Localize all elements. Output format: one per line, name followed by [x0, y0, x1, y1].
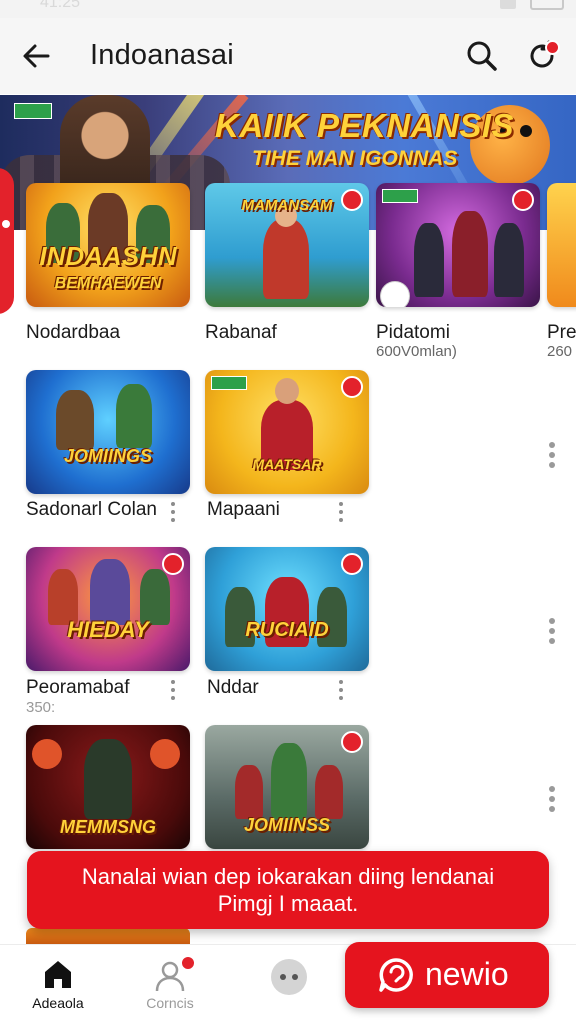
card-badge-icon — [341, 376, 363, 398]
status-bar: 41:25 — [0, 0, 576, 18]
status-time: 41:25 — [40, 0, 81, 11]
card-art-title: JOMIINSS — [243, 815, 331, 835]
game-card[interactable]: MEMMSNG — [26, 725, 190, 849]
card-art-title: RUCIAID — [245, 619, 329, 641]
banner-subheadline: TIHE MAN IGONNAS — [252, 147, 458, 170]
notification-dot — [545, 40, 560, 55]
card-art-figure — [494, 223, 524, 297]
search-button[interactable] — [462, 36, 502, 76]
card-art-subtitle: BEMHAEWEN — [54, 275, 162, 292]
game-card[interactable] — [376, 183, 540, 307]
toast-line-1: Nanalai wian dep iokarakan diing lendana… — [81, 864, 495, 889]
card-art-moon — [150, 739, 180, 769]
card-art-figure — [235, 765, 263, 819]
game-card[interactable]: RUCIAID — [205, 547, 369, 671]
toast-message[interactable]: Nanalai wian dep iokarakan diing lendana… — [27, 851, 549, 929]
card-title[interactable]: Mapaani — [207, 499, 280, 521]
card-art-figure — [414, 223, 444, 297]
card-art-figure — [84, 739, 132, 819]
card-art-figure — [275, 378, 299, 404]
row-more-menu[interactable] — [548, 618, 556, 644]
game-card-peek — [26, 928, 190, 944]
more-dot — [280, 974, 286, 980]
new-chat-label: newio — [425, 956, 509, 992]
card-art-figure — [263, 219, 309, 299]
card-art-title: MAMANSAM — [241, 197, 333, 214]
game-card[interactable]: MAMANSAM — [205, 183, 369, 307]
card-title[interactable]: Pre — [547, 322, 576, 344]
banner-headline: KAIIK PEKNANSIS — [215, 107, 515, 144]
more-options-button[interactable] — [271, 959, 307, 995]
chat-bubble-icon — [379, 958, 413, 992]
card-badge-icon — [341, 553, 363, 575]
card-art-figure — [116, 384, 152, 448]
row-more-menu[interactable] — [548, 786, 556, 812]
game-card[interactable]: MAATSAR — [205, 370, 369, 494]
game-card[interactable]: INDAASHN BEMHAEWEN — [26, 183, 190, 307]
card-art-figure — [315, 765, 343, 819]
game-card[interactable]: JOMIINSS — [205, 725, 369, 849]
card-more-menu[interactable] — [169, 502, 177, 524]
refresh-button[interactable] — [522, 36, 562, 76]
game-card[interactable]: HIEDAY — [26, 547, 190, 671]
wifi-icon — [500, 0, 516, 9]
side-drawer-handle[interactable] — [0, 168, 14, 314]
card-art-title: HIEDAY — [67, 617, 149, 642]
card-title[interactable]: Rabanaf — [205, 322, 277, 344]
card-badge-icon — [162, 553, 184, 575]
card-title[interactable]: Sadonarl Colan — [26, 499, 157, 521]
banner-badge — [14, 103, 52, 119]
game-card[interactable]: JOMIINGS — [26, 370, 190, 494]
card-art-moon — [32, 739, 62, 769]
card-sword-icon — [380, 281, 410, 307]
card-art-figure — [56, 390, 94, 450]
card-art-figure — [452, 211, 488, 297]
card-more-menu[interactable] — [337, 502, 345, 524]
card-art-title: INDAASHN — [39, 241, 177, 271]
card-art-title: JOMIINGS — [63, 446, 152, 466]
card-title[interactable]: Peoramabaf — [26, 677, 130, 699]
nav-contacts[interactable]: Corncis — [120, 945, 220, 1025]
card-title[interactable]: Pidatomi — [376, 322, 450, 344]
card-badge-icon — [512, 189, 534, 211]
nav-contacts-label: Corncis — [146, 995, 194, 1011]
nav-contacts-badge — [180, 955, 196, 971]
home-icon — [45, 961, 71, 988]
back-button[interactable] — [16, 36, 56, 76]
card-more-menu[interactable] — [337, 680, 345, 702]
card-subtitle: 600V0mlan) — [376, 343, 457, 360]
card-art-title: MAATSAR — [252, 456, 322, 472]
back-arrow-icon — [23, 44, 50, 68]
card-flag-badge — [211, 376, 247, 390]
card-badge-icon — [341, 731, 363, 753]
nav-home[interactable]: Adeaola — [8, 945, 108, 1025]
new-chat-button[interactable]: newio — [345, 942, 549, 1008]
more-dot — [292, 974, 298, 980]
card-art-title: MEMMSNG — [60, 817, 156, 837]
card-art-figure — [90, 559, 130, 625]
card-art-figure — [271, 743, 307, 819]
card-more-menu[interactable] — [169, 680, 177, 702]
game-card[interactable] — [547, 183, 576, 307]
card-subtitle: 260 — [547, 343, 573, 360]
card-flag-badge — [382, 189, 418, 203]
card-title[interactable]: Nddar — [207, 677, 259, 699]
battery-icon — [530, 0, 564, 10]
card-title[interactable]: Nodardbaa — [26, 322, 120, 344]
nav-home-label: Adeaola — [32, 995, 84, 1011]
app-bar: Indoanasai — [0, 18, 576, 94]
page-title: Indoanasai — [90, 39, 234, 71]
row-more-menu[interactable] — [548, 442, 556, 468]
card-subtitle: 350: — [26, 699, 56, 716]
toast-line-2: Pimgj I maaat. — [217, 891, 359, 916]
search-icon — [467, 41, 497, 71]
